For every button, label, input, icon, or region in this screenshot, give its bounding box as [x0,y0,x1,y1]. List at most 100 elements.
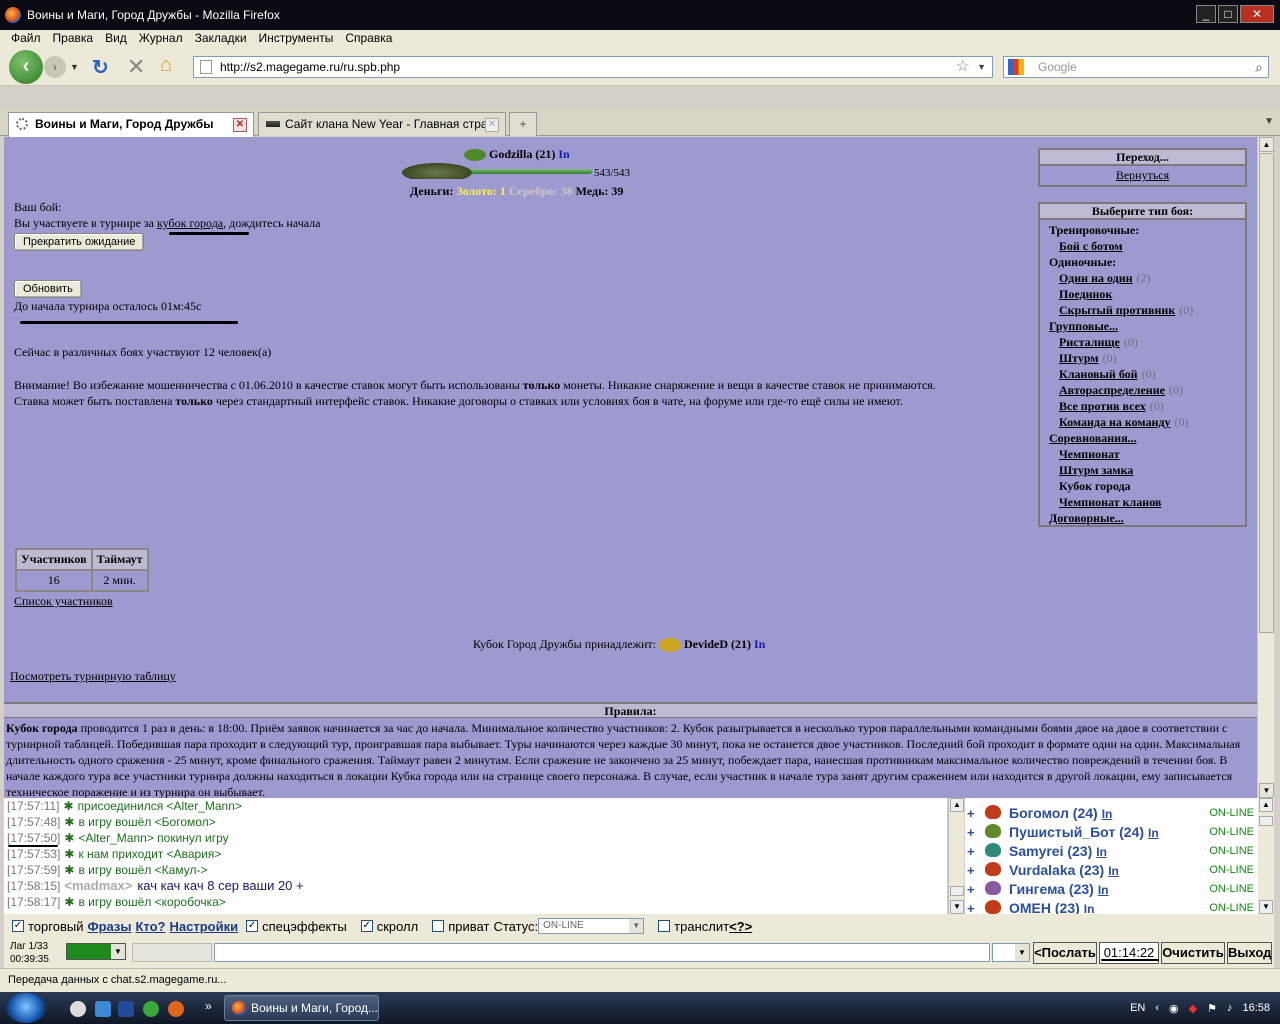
scroll-up-icon[interactable]: ▲ [1259,137,1274,152]
media-player-icon[interactable] [70,1001,86,1017]
close-tab-icon[interactable]: ✕ [233,118,247,132]
online-user-row[interactable]: + ОМЕН (23) In ON-LINE [965,899,1258,914]
address-bar[interactable]: http://s2.magegame.ru/ru.spb.php ☆ ▼ [193,56,993,78]
effects-checkbox[interactable]: ✓ [246,920,259,932]
refresh-button[interactable]: Обновить [14,280,82,298]
new-tab-button[interactable]: + [509,112,537,136]
settings-link[interactable]: Настройки [169,919,238,934]
color-select[interactable]: ▼ [66,943,126,960]
menu-view[interactable]: Вид [105,31,127,45]
fight-type-item[interactable]: Автораспределение (0) [1040,382,1245,398]
reload-icon[interactable]: ↻ [92,55,109,80]
antivirus-icon[interactable]: ◆ [1189,1002,1197,1015]
network-icon[interactable]: ◉ [1169,1002,1179,1015]
expand-user-icon[interactable]: + [967,825,975,840]
tab-active[interactable]: Воины и Маги, Город Дружбы ✕ [8,112,254,137]
fight-type-item[interactable]: Договорные... [1040,510,1245,526]
chat-timestamp[interactable]: [17:58:15] [7,879,60,893]
recipient-box[interactable] [132,943,212,962]
volume-icon[interactable]: ♪ [1227,1002,1233,1014]
quicklaunch-more-icon[interactable]: » [205,999,212,1013]
user-in-link[interactable]: In [1084,902,1095,914]
fight-type-item[interactable]: Команда на команду (0) [1040,414,1245,430]
player-in-link[interactable]: In [558,147,569,161]
expand-user-icon[interactable]: + [967,882,975,897]
expand-user-icon[interactable]: + [967,863,975,878]
stop-icon[interactable]: ✕ [127,54,145,80]
maximize-button[interactable]: □ [1218,5,1238,23]
scroll-down-icon[interactable]: ▼ [950,900,964,914]
user-in-link[interactable]: In [1108,864,1119,878]
close-window-button[interactable]: ✕ [1240,5,1274,23]
online-user-row[interactable]: + Samyrei (23) In ON-LINE [965,842,1258,861]
firefox-quicklaunch-icon[interactable] [168,1001,184,1017]
chat-timestamp[interactable]: [17:57:53] [7,847,60,861]
forward-button[interactable]: › [44,56,66,78]
user-in-link[interactable]: In [1096,845,1107,859]
chat-scrollbar[interactable]: ▲ ▼ [948,798,964,914]
status-select[interactable]: ON-LINE ▼ [538,918,645,934]
search-icon[interactable]: ⌕ [1255,57,1263,77]
user-name[interactable]: ОМЕН (23) [1009,900,1080,914]
taskbar-firefox-button[interactable]: Воины и Маги, Город... [224,995,379,1021]
tournament-table-link[interactable]: Посмотреть турнирную таблицу [10,669,176,684]
chat-message-input[interactable] [214,943,990,962]
expand-user-icon[interactable]: + [967,844,975,859]
chat-timestamp[interactable]: [17:57:48] [7,815,60,829]
utorrent-icon[interactable] [143,1001,159,1017]
expand-user-icon[interactable]: + [967,901,975,914]
menu-file[interactable]: Файл [11,31,41,45]
user-in-link[interactable]: In [1098,883,1109,897]
chat-log[interactable]: [17:57:11] ✱ присоединился <Alter_Mann> [17… [4,798,947,914]
trade-checkbox[interactable]: ✓ [12,920,24,932]
scroll-thumb[interactable] [1259,153,1274,633]
back-link[interactable]: Вернуться [1040,166,1245,184]
users-scrollbar[interactable]: ▲ ▼ [1258,798,1274,914]
clock[interactable]: 16:58 [1242,1002,1270,1014]
fight-type-item[interactable]: Соревнования... [1040,430,1245,446]
online-user-row[interactable]: + Пушистый_Бот (24) In ON-LINE [965,823,1258,842]
translit-help-link[interactable]: <?> [729,919,752,934]
scroll-thumb[interactable] [950,886,964,896]
stop-waiting-button[interactable]: Прекратить ожидание [14,233,145,251]
who-link[interactable]: Кто? [135,919,165,934]
fight-type-item[interactable]: Клановый бой (0) [1040,366,1245,382]
google-icon[interactable] [1008,59,1024,75]
fight-type-item[interactable]: Скрытый противник (0) [1040,302,1245,318]
private-checkbox[interactable] [432,920,445,932]
chat-timestamp[interactable]: [17:57:59] [7,863,60,877]
scroll-checkbox[interactable]: ✓ [360,920,373,932]
ie-icon[interactable] [95,1001,111,1017]
chat-timestamp[interactable]: [17:57:50] [7,831,60,845]
fight-type-item[interactable]: Бой с ботом [1040,238,1245,254]
send-button[interactable]: <Послать [1033,942,1097,964]
phrases-link[interactable]: Фразы [87,919,131,934]
fight-type-item[interactable]: Групповые... [1040,318,1245,334]
menu-tools[interactable]: Инструменты [259,31,334,45]
user-name[interactable]: Samyrei (23) [1009,843,1092,859]
user-name[interactable]: Богомол (24) [1009,805,1098,821]
history-dropdown-icon[interactable]: ▼ [70,62,79,72]
city-cup-link[interactable]: кубок города [157,216,223,230]
url-dropdown-icon[interactable]: ▼ [977,57,986,77]
fight-type-item[interactable]: Один на один (2) [1040,270,1245,286]
fight-type-item[interactable]: Ристалище (0) [1040,334,1245,350]
scroll-up-icon[interactable]: ▲ [950,798,964,812]
online-user-row[interactable]: + Богомол (24) In ON-LINE [965,804,1258,823]
chat-timestamp[interactable]: [17:58:17] [7,895,60,909]
fight-type-item[interactable]: Штурм замка [1040,462,1245,478]
translit-checkbox[interactable] [658,920,671,932]
home-icon[interactable]: ⌂ [160,54,172,77]
participants-list-link[interactable]: Список участников [14,594,113,609]
tab-clan-site[interactable]: Сайт клана New Year - Главная стра... ✕ [258,112,506,136]
fight-type-item[interactable]: Чемпионат [1040,446,1245,462]
menu-bookmarks[interactable]: Закладки [195,31,247,45]
flag-icon[interactable]: ⚑ [1207,1002,1217,1015]
explorer-icon[interactable] [118,1001,134,1017]
scroll-up-icon[interactable]: ▲ [1259,798,1273,812]
fight-type-item[interactable]: Все против всех (0) [1040,398,1245,414]
search-bar[interactable]: Google ⌕ [1003,56,1269,78]
language-indicator[interactable]: EN [1130,1002,1145,1014]
online-user-row[interactable]: + Vurdalaka (23) In ON-LINE [965,861,1258,880]
fight-type-item[interactable]: Чемпионат кланов [1040,494,1245,510]
